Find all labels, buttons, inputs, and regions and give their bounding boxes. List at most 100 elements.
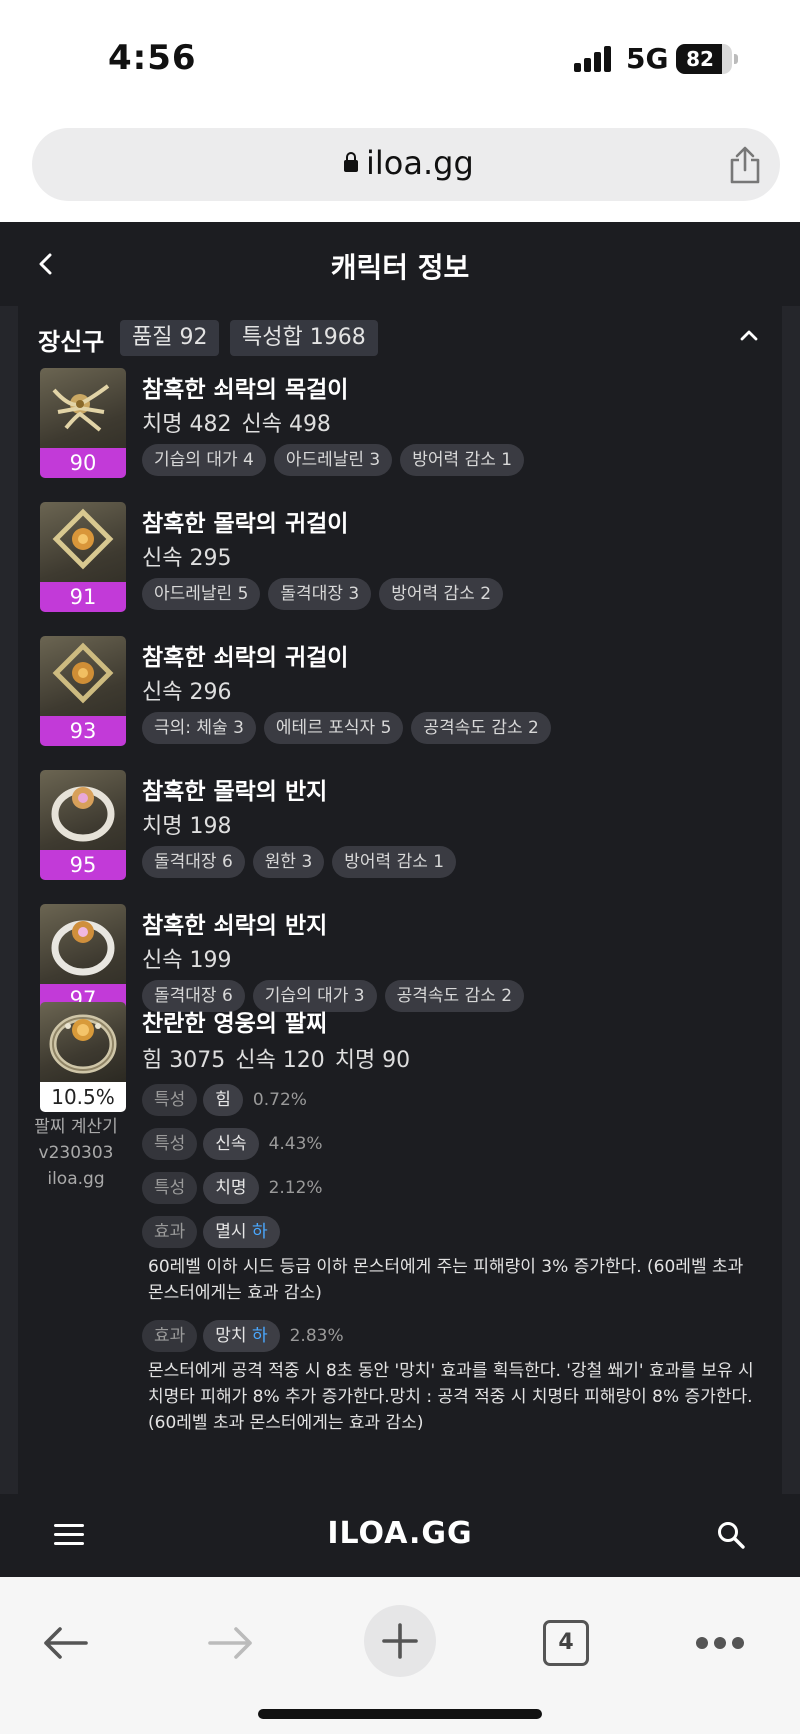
accessory-item[interactable]: 91 참혹한 몰락의 귀걸이신속 295 아드레날린 5 돌격대장 3 방어력 감소 2 [40, 502, 770, 614]
accessory-thumbnail: 90 [40, 368, 126, 478]
app-footer: ILOA.GG [0, 1494, 800, 1577]
bracelet-stats: 힘 3075 신속 120 치명 90 [142, 1042, 420, 1074]
engraving-chip: 에테르 포식자 5 [263, 712, 404, 744]
engraving-chip: 아드레날린 3 [273, 444, 393, 476]
option-type: 특성 [142, 1172, 198, 1204]
app-header: 캐릭터 정보 [0, 222, 800, 306]
status-bar: 4:56 5G 82 [0, 0, 800, 112]
bracelet-option: 효과 망치 하 2.83% [142, 1320, 344, 1352]
app-view: 캐릭터 정보 장신구 품질 92 특성합 1968 90 참혹한 쇠락의 목걸이치… [0, 222, 800, 1577]
bracelet-option: 특성 치명 2.12% [142, 1172, 323, 1204]
quality-badge: 91 [40, 582, 126, 612]
engraving-list: 아드레날린 5 돌격대장 3 방어력 감소 2 [142, 578, 511, 610]
battery-cap [734, 54, 738, 64]
accessory-stats: 신속 296 [142, 674, 241, 706]
bracelet-option: 효과 멸시 하 [142, 1216, 290, 1248]
accessory-item[interactable]: 95 참혹한 몰락의 반지치명 198 돌격대장 6 원한 3 방어력 감소 1 [40, 770, 770, 882]
engraving-chip: 공격속도 감소 2 [384, 980, 525, 1012]
option-description: 60레벨 이하 시드 등급 이하 몬스터에게 주는 피해량이 3% 증가한다. … [148, 1257, 744, 1303]
option-value: 0.72% [252, 1090, 307, 1110]
arrow-right-icon[interactable] [208, 1625, 254, 1661]
option-type: 효과 [142, 1216, 198, 1248]
accessory-item[interactable]: 93 참혹한 쇠락의 귀걸이신속 296 극의: 체술 3 에테르 포식자 5 공격속도… [40, 636, 770, 748]
section-title: 장신구 [38, 328, 105, 356]
engraving-chip: 방어력 감소 2 [379, 578, 504, 610]
accessory-name: 참혹한 몰락의 반지 [142, 779, 328, 805]
arrow-left-icon[interactable] [42, 1625, 88, 1661]
engraving-chip: 아드레날린 5 [142, 578, 261, 610]
accessory-item[interactable]: 97 참혹한 쇠락의 반지 신속 199 돌격대장 6 기습의 대가 3 공격속도 감소 … [40, 904, 770, 1016]
tabs-button[interactable]: 4 [543, 1620, 589, 1666]
bracelet-thumbnail[interactable]: 10.5% [40, 1002, 126, 1112]
new-tab-button[interactable] [364, 1605, 436, 1677]
accessory-stat: 신속 199 [142, 948, 232, 973]
option-value: 2.83% [289, 1326, 344, 1346]
site-logo[interactable]: ILOA.GG [0, 1516, 800, 1551]
share-icon[interactable] [728, 146, 762, 184]
accessory-thumbnail: 93 [40, 636, 126, 746]
quality-badge: 93 [40, 716, 126, 746]
browser-toolbar: 4 [0, 1577, 800, 1734]
plus-icon [382, 1623, 418, 1659]
bracelet-option: 특성 힘 0.72% [142, 1084, 307, 1116]
accessory-name: 참혹한 몰락의 귀걸이 [142, 511, 349, 537]
engraving-chip: 방어력 감소 1 [332, 846, 457, 878]
accessory-thumbnail: 91 [40, 502, 126, 612]
option-name: 치명 [203, 1172, 259, 1204]
accessory-name: 참혹한 쇠락의 귀걸이 [142, 645, 349, 671]
option-value: 2.12% [268, 1178, 323, 1198]
accessory-stats: 치명 198 [142, 808, 241, 840]
engraving-chip: 방어력 감소 1 [400, 444, 525, 476]
bracelet-option: 특성 신속 4.43% [142, 1128, 323, 1160]
bracelet-stat: 치명 90 [334, 1048, 411, 1073]
accessory-stat: 신속 296 [142, 680, 232, 705]
engraving-chip: 기습의 대가 4 [142, 444, 266, 476]
option-name: 힘 [203, 1084, 243, 1116]
engraving-chip: 공격속도 감소 2 [411, 712, 551, 744]
accessory-thumbnail: 97 [40, 904, 126, 1014]
quality-chip: 품질 92 [120, 320, 220, 356]
bracelet-percent: 10.5% [40, 1082, 126, 1112]
accessory-stat: 치명 482 [142, 412, 232, 437]
accessory-thumbnail: 95 [40, 770, 126, 880]
option-name: 멸시 하 [203, 1216, 280, 1248]
accessory-stats: 치명 482 신속 498 [142, 406, 341, 438]
accessory-name: 참혹한 쇠락의 반지 [142, 913, 328, 939]
bracelet-image [40, 1002, 126, 1082]
quality-badge: 90 [40, 448, 126, 478]
quality-badge: 95 [40, 850, 126, 880]
accessory-stat: 신속 498 [241, 412, 331, 437]
accessory-stat: 치명 198 [142, 814, 232, 839]
engraving-chip: 돌격대장 3 [268, 578, 372, 610]
accessory-stats: 신속 295 [142, 540, 241, 572]
accessory-stat: 신속 295 [142, 546, 232, 571]
bracelet-calc-site[interactable]: iloa.gg [26, 1166, 126, 1192]
option-type: 특성 [142, 1084, 198, 1116]
engraving-chip: 돌격대장 6 [142, 846, 245, 878]
accessory-item[interactable]: 90 참혹한 쇠락의 목걸이치명 482 신속 498 기습의 대가 4 아드레날린 3… [40, 368, 770, 480]
engraving-list: 극의: 체술 3 에테르 포식자 5 공격속도 감소 2 [142, 712, 559, 744]
url-text: iloa.gg [366, 144, 474, 182]
option-grade: 하 [251, 1326, 268, 1346]
bracelet-calc-label: 팔찌 계산기 [34, 1117, 118, 1137]
home-indicator [258, 1709, 542, 1719]
engraving-list: 기습의 대가 4 아드레날린 3 방어력 감소 1 [142, 444, 532, 476]
engraving-chip: 원한 3 [252, 846, 325, 878]
bracelet-stat: 힘 3075 [142, 1048, 226, 1073]
option-name: 망치 하 [203, 1320, 280, 1352]
address-bar[interactable]: iloa.gg [32, 128, 780, 201]
chevron-up-icon[interactable] [738, 328, 760, 342]
engraving-list: 돌격대장 6 원한 3 방어력 감소 1 [142, 846, 464, 878]
accessory-stats: 신속 199 [142, 942, 241, 974]
more-icon[interactable] [696, 1637, 744, 1649]
section-header[interactable]: 장신구 품질 92 특성합 1968 [18, 306, 782, 366]
search-icon[interactable] [716, 1520, 746, 1550]
option-type: 효과 [142, 1320, 198, 1352]
bracelet-name: 찬란한 영웅의 팔찌 [142, 1011, 328, 1037]
accessory-name: 참혹한 쇠락의 목걸이 [142, 377, 349, 403]
battery-icon: 82 [676, 44, 732, 74]
option-value: 4.43% [268, 1134, 323, 1154]
page-title: 캐릭터 정보 [330, 251, 470, 284]
signal-icon [574, 46, 614, 72]
bracelet-calc-version: v230303 [38, 1143, 114, 1163]
